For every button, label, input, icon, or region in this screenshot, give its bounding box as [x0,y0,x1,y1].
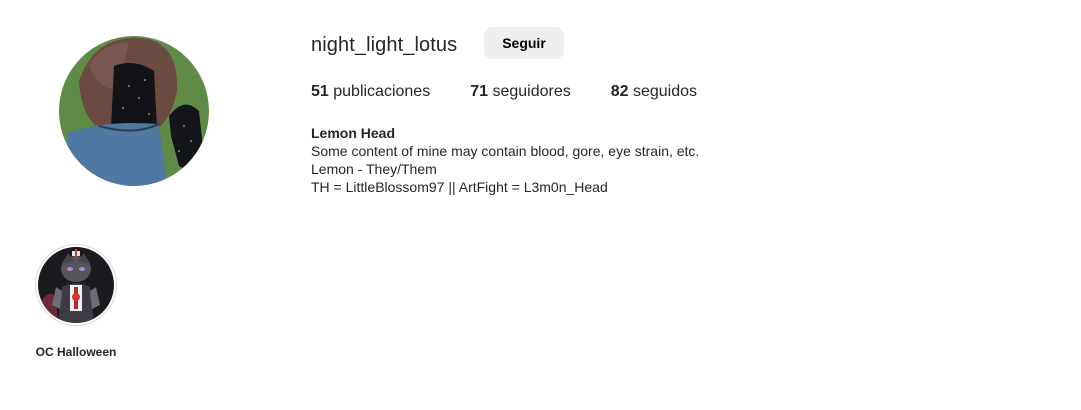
posts-stat: 51 publicaciones [311,82,430,102]
following-count: 82 [610,83,629,100]
highlight-cover [38,247,114,323]
profile-avatar[interactable] [59,36,209,186]
highlight-label: OC Halloween [35,345,117,359]
followers-stat[interactable]: 71 seguidores [470,82,571,102]
bio-line: Some content of mine may contain blood, … [311,143,700,159]
profile-display-name: Lemon Head [311,125,396,141]
profile-page: night_light_lotus Seguir 51 publicacione… [0,0,1081,410]
follow-button[interactable]: Seguir [484,27,564,59]
following-stat[interactable]: 82 seguidos [611,82,697,102]
profile-stats: 51 publicaciones 71 seguidores 82 seguid… [311,82,737,102]
posts-count: 51 [311,83,329,100]
profile-username: night_light_lotus [311,34,458,56]
bio-line: Lemon - They/Them [311,161,437,177]
posts-label: publicaciones [333,83,431,100]
bio-line: TH = LittleBlossom97 || ArtFight = L3m0n… [311,179,608,195]
following-label: seguidos [632,83,698,100]
highlight-ring [35,244,117,326]
followers-label: seguidores [492,83,571,100]
profile-bio: Lemon Head Some content of mine may cont… [311,124,699,196]
story-highlight[interactable]: OC Halloween [31,244,121,360]
followers-count: 71 [470,83,488,100]
